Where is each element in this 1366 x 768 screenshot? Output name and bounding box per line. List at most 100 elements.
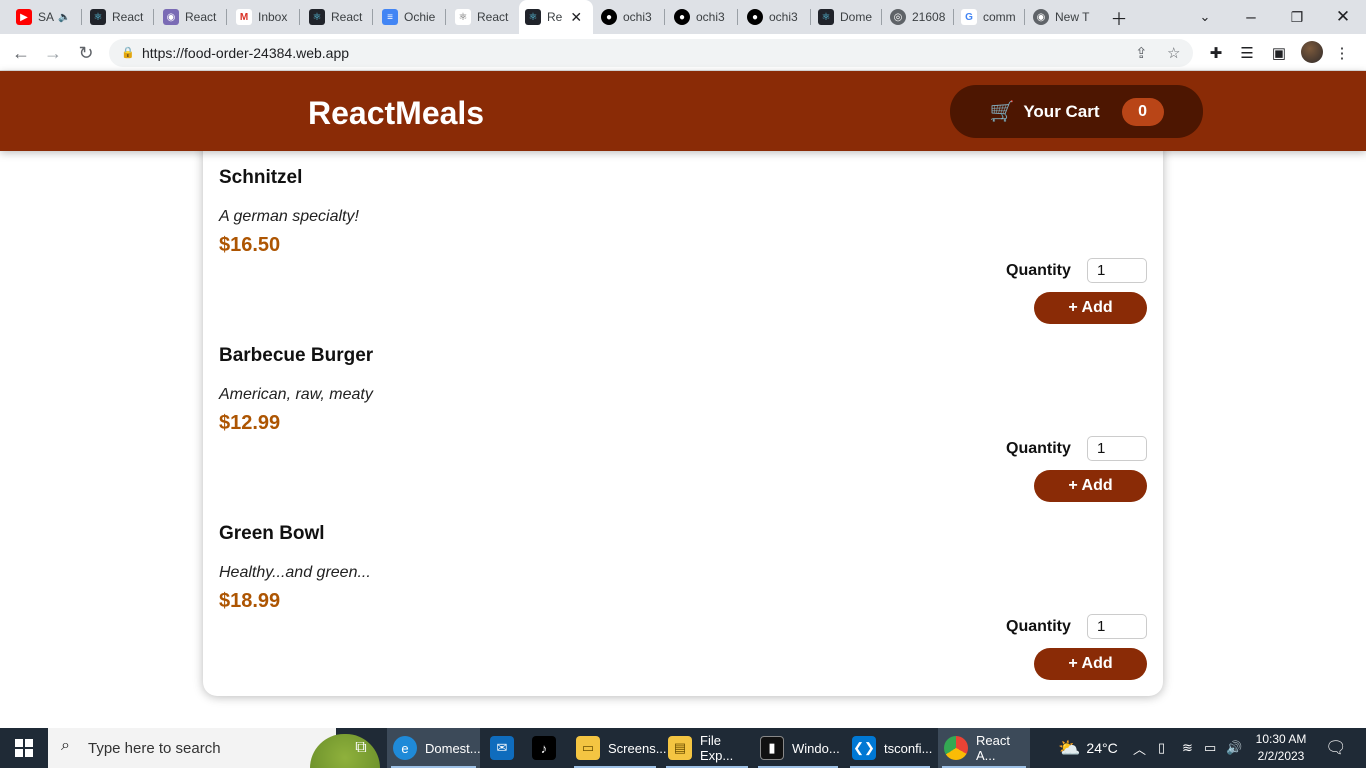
tab-separator	[881, 9, 882, 25]
bookmark-star-icon[interactable]: ☆	[1167, 44, 1180, 62]
browser-tab[interactable]: ● ochi3	[668, 4, 738, 30]
meal-item: Barbecue Burger American, raw, meaty $12…	[219, 345, 1147, 523]
taskbar-search-box[interactable]: ⌕ Type here to search	[48, 728, 380, 768]
tab-separator	[81, 9, 82, 25]
taskbar-app-edge[interactable]: e Domest...	[387, 728, 481, 768]
browser-tab-strip: ▶ SA 🔈 ⚛ React ◉ React M Inbox ⚛ React ≡…	[0, 0, 1366, 34]
browser-tab[interactable]: ◎ 21608	[884, 4, 954, 30]
back-button[interactable]: ←	[8, 40, 34, 66]
side-panel-icon[interactable]: ▣	[1267, 41, 1291, 65]
close-icon[interactable]: ✕	[570, 9, 582, 26]
start-button[interactable]	[0, 728, 48, 768]
app-header: ReactMeals 🛒 Your Cart 0	[0, 71, 1366, 151]
url-text[interactable]: https://food-order-24384.web.app	[142, 45, 349, 61]
clock-time: 10:30 AM	[1255, 732, 1307, 746]
meal-item: Schnitzel A german specialty! $16.50 Qua…	[219, 167, 1147, 345]
tab-label: 21608	[912, 10, 946, 24]
new-tab-button[interactable]: ＋	[1106, 5, 1132, 29]
react-icon: ⚛	[525, 9, 541, 25]
battery-icon[interactable]: ▭	[1204, 728, 1216, 768]
browser-tab[interactable]: M Inbox	[230, 4, 300, 30]
add-to-cart-button[interactable]: + Add	[1034, 292, 1147, 324]
speaker-icon[interactable]: 🔈	[58, 12, 70, 23]
tab-search-chevron-icon[interactable]: ⌄	[1192, 5, 1218, 29]
restore-button[interactable]: ❐	[1284, 5, 1310, 29]
device-icon[interactable]: ▯	[1158, 728, 1165, 768]
tab-separator	[372, 9, 373, 25]
browser-tab[interactable]: ⚛ React	[84, 4, 154, 30]
extensions-puzzle-icon[interactable]: ✚	[1204, 41, 1228, 65]
meal-item: Green Bowl Healthy...and green... $18.99…	[219, 523, 1147, 701]
wifi-icon[interactable]: ≋	[1182, 728, 1193, 768]
browser-tab[interactable]: ◉ React	[157, 4, 227, 30]
tab-separator	[664, 9, 665, 25]
volume-icon[interactable]: 🔊	[1226, 728, 1242, 768]
browser-tab-active[interactable]: ⚛ Re ✕	[519, 0, 593, 34]
show-hidden-icons-chevron-icon[interactable]: ︿	[1133, 728, 1146, 768]
tab-label: ochi3	[769, 10, 798, 24]
weather-widget[interactable]: ⛅ 24°C	[1058, 728, 1118, 768]
youtube-icon: ▶	[16, 9, 32, 25]
meal-price: $12.99	[219, 412, 281, 434]
tab-separator	[153, 9, 154, 25]
taskbar-app-vscode[interactable]: ❮❯ tsconfi...	[846, 728, 934, 768]
browser-tab[interactable]: ⚛ React	[449, 4, 519, 30]
tab-separator	[445, 9, 446, 25]
quantity-label: Quantity	[1006, 618, 1071, 635]
address-bar[interactable]: 🔒 https://food-order-24384.web.app ⇪ ☆	[109, 39, 1193, 67]
react-icon: ⚛	[90, 9, 106, 25]
tab-label: React	[112, 10, 144, 24]
cart-count-badge: 0	[1121, 97, 1164, 126]
chrome-icon: ◉	[1033, 9, 1049, 25]
browser-tab[interactable]: ⚛ React	[303, 4, 373, 30]
kebab-menu-icon[interactable]: ⋮	[1330, 41, 1354, 65]
meals-card: Schnitzel A german specialty! $16.50 Qua…	[203, 110, 1163, 696]
quantity-input[interactable]	[1087, 436, 1147, 461]
quantity-input[interactable]	[1087, 258, 1147, 283]
search-icon: ⌕	[61, 737, 70, 754]
share-icon[interactable]: ⇪	[1135, 44, 1148, 62]
taskbar-app-terminal[interactable]: ▮ Windo...	[754, 728, 842, 768]
meal-price: $18.99	[219, 590, 281, 612]
docs-icon: ≡	[382, 9, 398, 25]
profile-avatar[interactable]	[1301, 41, 1323, 63]
window-close-button[interactable]: ✕	[1330, 5, 1356, 29]
taskbar-app-label: File Exp...	[700, 733, 734, 763]
quantity-input[interactable]	[1087, 614, 1147, 639]
browser-tab[interactable]: ▶ SA 🔈	[10, 4, 82, 30]
browser-tab[interactable]: ⚛ Dome	[812, 4, 882, 30]
media-queue-icon[interactable]: ☰	[1235, 41, 1259, 65]
taskbar-clock[interactable]: 10:30 AM 2/2/2023	[1248, 731, 1314, 765]
taskbar-app-label: Windo...	[792, 740, 840, 756]
tab-separator	[953, 9, 954, 25]
windows-logo-icon	[15, 739, 33, 757]
tab-label: Ochie	[404, 10, 436, 24]
browser-tab[interactable]: ● ochi3	[741, 4, 811, 30]
weather-temperature: 24°C	[1086, 740, 1118, 756]
reload-button[interactable]: ↻	[73, 40, 99, 66]
tab-label: React	[477, 10, 509, 24]
notifications-icon[interactable]: 🗨	[1325, 728, 1347, 768]
quantity-label: Quantity	[1006, 440, 1071, 457]
add-to-cart-button[interactable]: + Add	[1034, 648, 1147, 680]
browser-tab[interactable]: ● ochi3	[595, 4, 665, 30]
minimize-button[interactable]: –	[1238, 5, 1264, 29]
meal-description: Healthy...and green...	[219, 564, 371, 581]
taskbar-app-tiktok[interactable]: ♪	[526, 728, 566, 768]
forward-button[interactable]: →	[40, 40, 66, 66]
add-to-cart-button[interactable]: + Add	[1034, 470, 1147, 502]
github-icon: ●	[601, 9, 617, 25]
tab-label: comm	[983, 10, 1016, 24]
weather-sun-cloud-icon: ⛅	[1058, 737, 1081, 758]
task-view-icon[interactable]: ⧉	[345, 728, 377, 768]
browser-tab[interactable]: G comm	[955, 4, 1025, 30]
taskbar-app-chrome[interactable]: React A...	[938, 728, 1030, 768]
browser-tab[interactable]: ◉ New T	[1027, 4, 1097, 30]
cart-button[interactable]: 🛒 Your Cart 0	[950, 85, 1203, 138]
taskbar-app-mail[interactable]: ✉	[484, 728, 524, 768]
meal-name: Schnitzel	[219, 167, 303, 188]
browser-tab[interactable]: ≡ Ochie	[376, 4, 446, 30]
edge-icon: e	[393, 736, 417, 760]
taskbar-app-file-explorer[interactable]: ▤ File Exp...	[662, 728, 752, 768]
taskbar-app-screenshots[interactable]: ▭ Screens...	[570, 728, 667, 768]
